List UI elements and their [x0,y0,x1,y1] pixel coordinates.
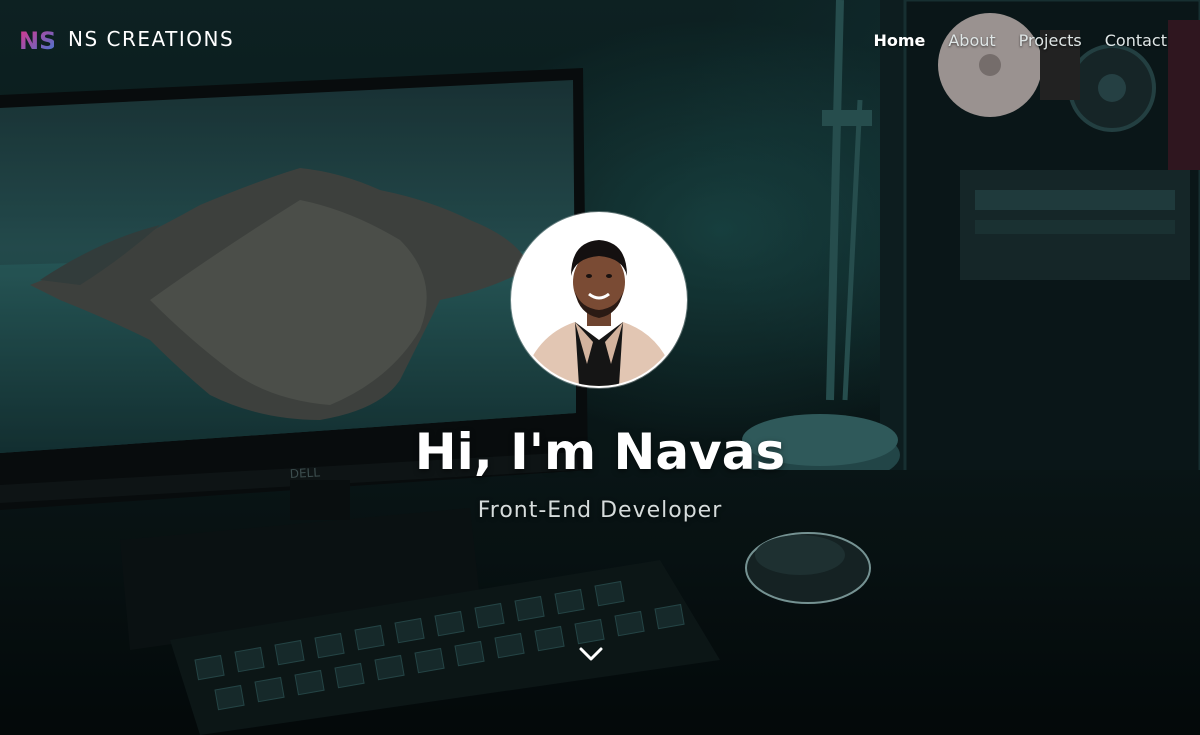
brand-name[interactable]: NS CREATIONS [68,24,234,54]
nav-links: Home About Projects Contact [850,30,1167,52]
nav-home[interactable]: Home [873,30,925,52]
logo-text: NS [19,27,54,53]
hero-section: DELL NS NS CREATIONS Home About Projects… [0,0,1200,735]
hero-title: Hi, I'm Navas [414,423,786,481]
hero-subtitle: Front-End Developer [477,498,723,523]
profile-photo [513,214,685,386]
ns-logo-icon: NS [19,27,54,53]
nav-contact[interactable]: Contact [1105,30,1167,52]
navbar: NS NS CREATIONS Home About Projects Cont… [0,0,1200,80]
profile-avatar [511,212,687,388]
brand[interactable]: NS NS CREATIONS [18,24,234,54]
nav-projects[interactable]: Projects [1019,30,1082,52]
chevron-down-icon[interactable] [577,643,605,667]
nav-about[interactable]: About [948,30,995,52]
